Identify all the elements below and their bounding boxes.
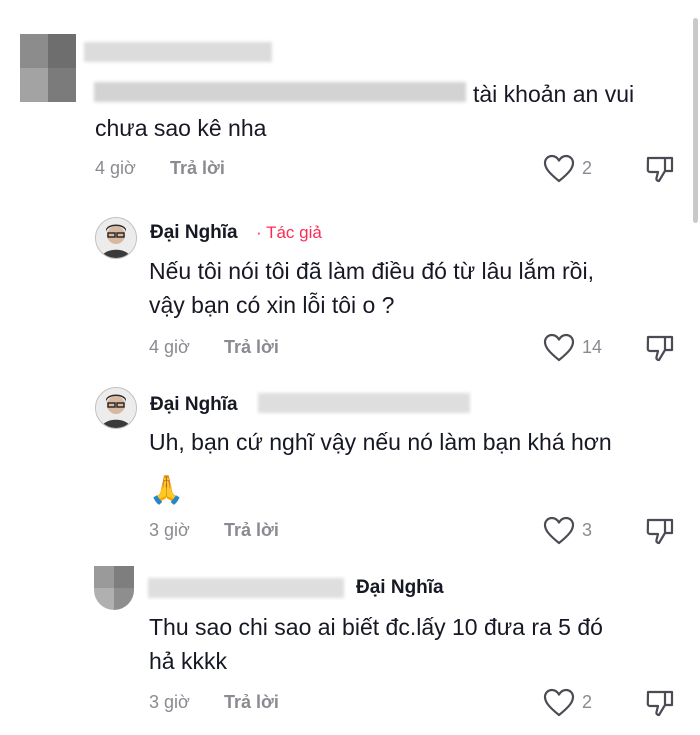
thumbs-down-outline-icon[interactable] [645, 154, 675, 184]
heart-outline-icon[interactable] [543, 333, 575, 363]
comment-text-line: vậy bạn có xin lỗi tôi o ? [149, 292, 395, 318]
comment-time: 4 giờ [149, 337, 190, 357]
username-blurred[interactable] [84, 42, 272, 62]
reply-button[interactable]: Trả lời [224, 520, 279, 541]
reply-button[interactable]: Trả lời [170, 158, 225, 179]
like-count: 2 [582, 692, 593, 712]
reply-button[interactable]: Trả lời [224, 337, 279, 358]
reply-to-name[interactable]: Đại Nghĩa [356, 577, 444, 599]
like-count: 3 [582, 520, 593, 540]
like-count: 14 [582, 337, 603, 357]
comment-time: 3 giờ [149, 520, 190, 540]
comment-text-line: Nếu tôi nói tôi đã làm điều đó từ lâu lắ… [149, 258, 594, 284]
avatar[interactable] [95, 217, 137, 259]
comment-time: 3 giờ [149, 692, 190, 712]
username-blurred[interactable] [148, 578, 344, 598]
avatar-blurred[interactable] [94, 566, 134, 610]
thumbs-down-outline-icon[interactable] [645, 516, 675, 546]
heart-outline-icon[interactable] [543, 688, 575, 718]
avatar-blurred[interactable] [20, 34, 76, 102]
reply-target-blurred [258, 393, 470, 413]
author-name[interactable]: Đại Nghĩa [150, 394, 238, 416]
comment-text-line: tài khoản an vui [473, 81, 635, 107]
avatar[interactable] [95, 387, 137, 429]
comment-text-line: chưa sao kê nha [95, 115, 267, 141]
reply-button[interactable]: Trả lời [224, 692, 279, 713]
comment-text-line: Uh, bạn cứ nghĩ vậy nếu nó làm bạn khá h… [149, 429, 612, 455]
scrollbar[interactable] [693, 18, 698, 223]
emoji-pray: 🙏 [149, 474, 184, 505]
comment-text-line: Thu sao chi sao ai biết đc.lấy 10 đưa ra… [149, 614, 603, 640]
author-name[interactable]: Đại Nghĩa [150, 222, 238, 244]
comment-time: 4 giờ [95, 158, 136, 178]
thumbs-down-outline-icon[interactable] [645, 688, 675, 718]
like-count: 2 [582, 158, 593, 178]
heart-outline-icon[interactable] [543, 154, 575, 184]
heart-outline-icon[interactable] [543, 516, 575, 546]
thumbs-down-outline-icon[interactable] [645, 333, 675, 363]
author-tag: · Tác giả [256, 223, 322, 242]
comment-text-line: hả kkkk [149, 648, 227, 674]
text-blurred [94, 82, 466, 102]
